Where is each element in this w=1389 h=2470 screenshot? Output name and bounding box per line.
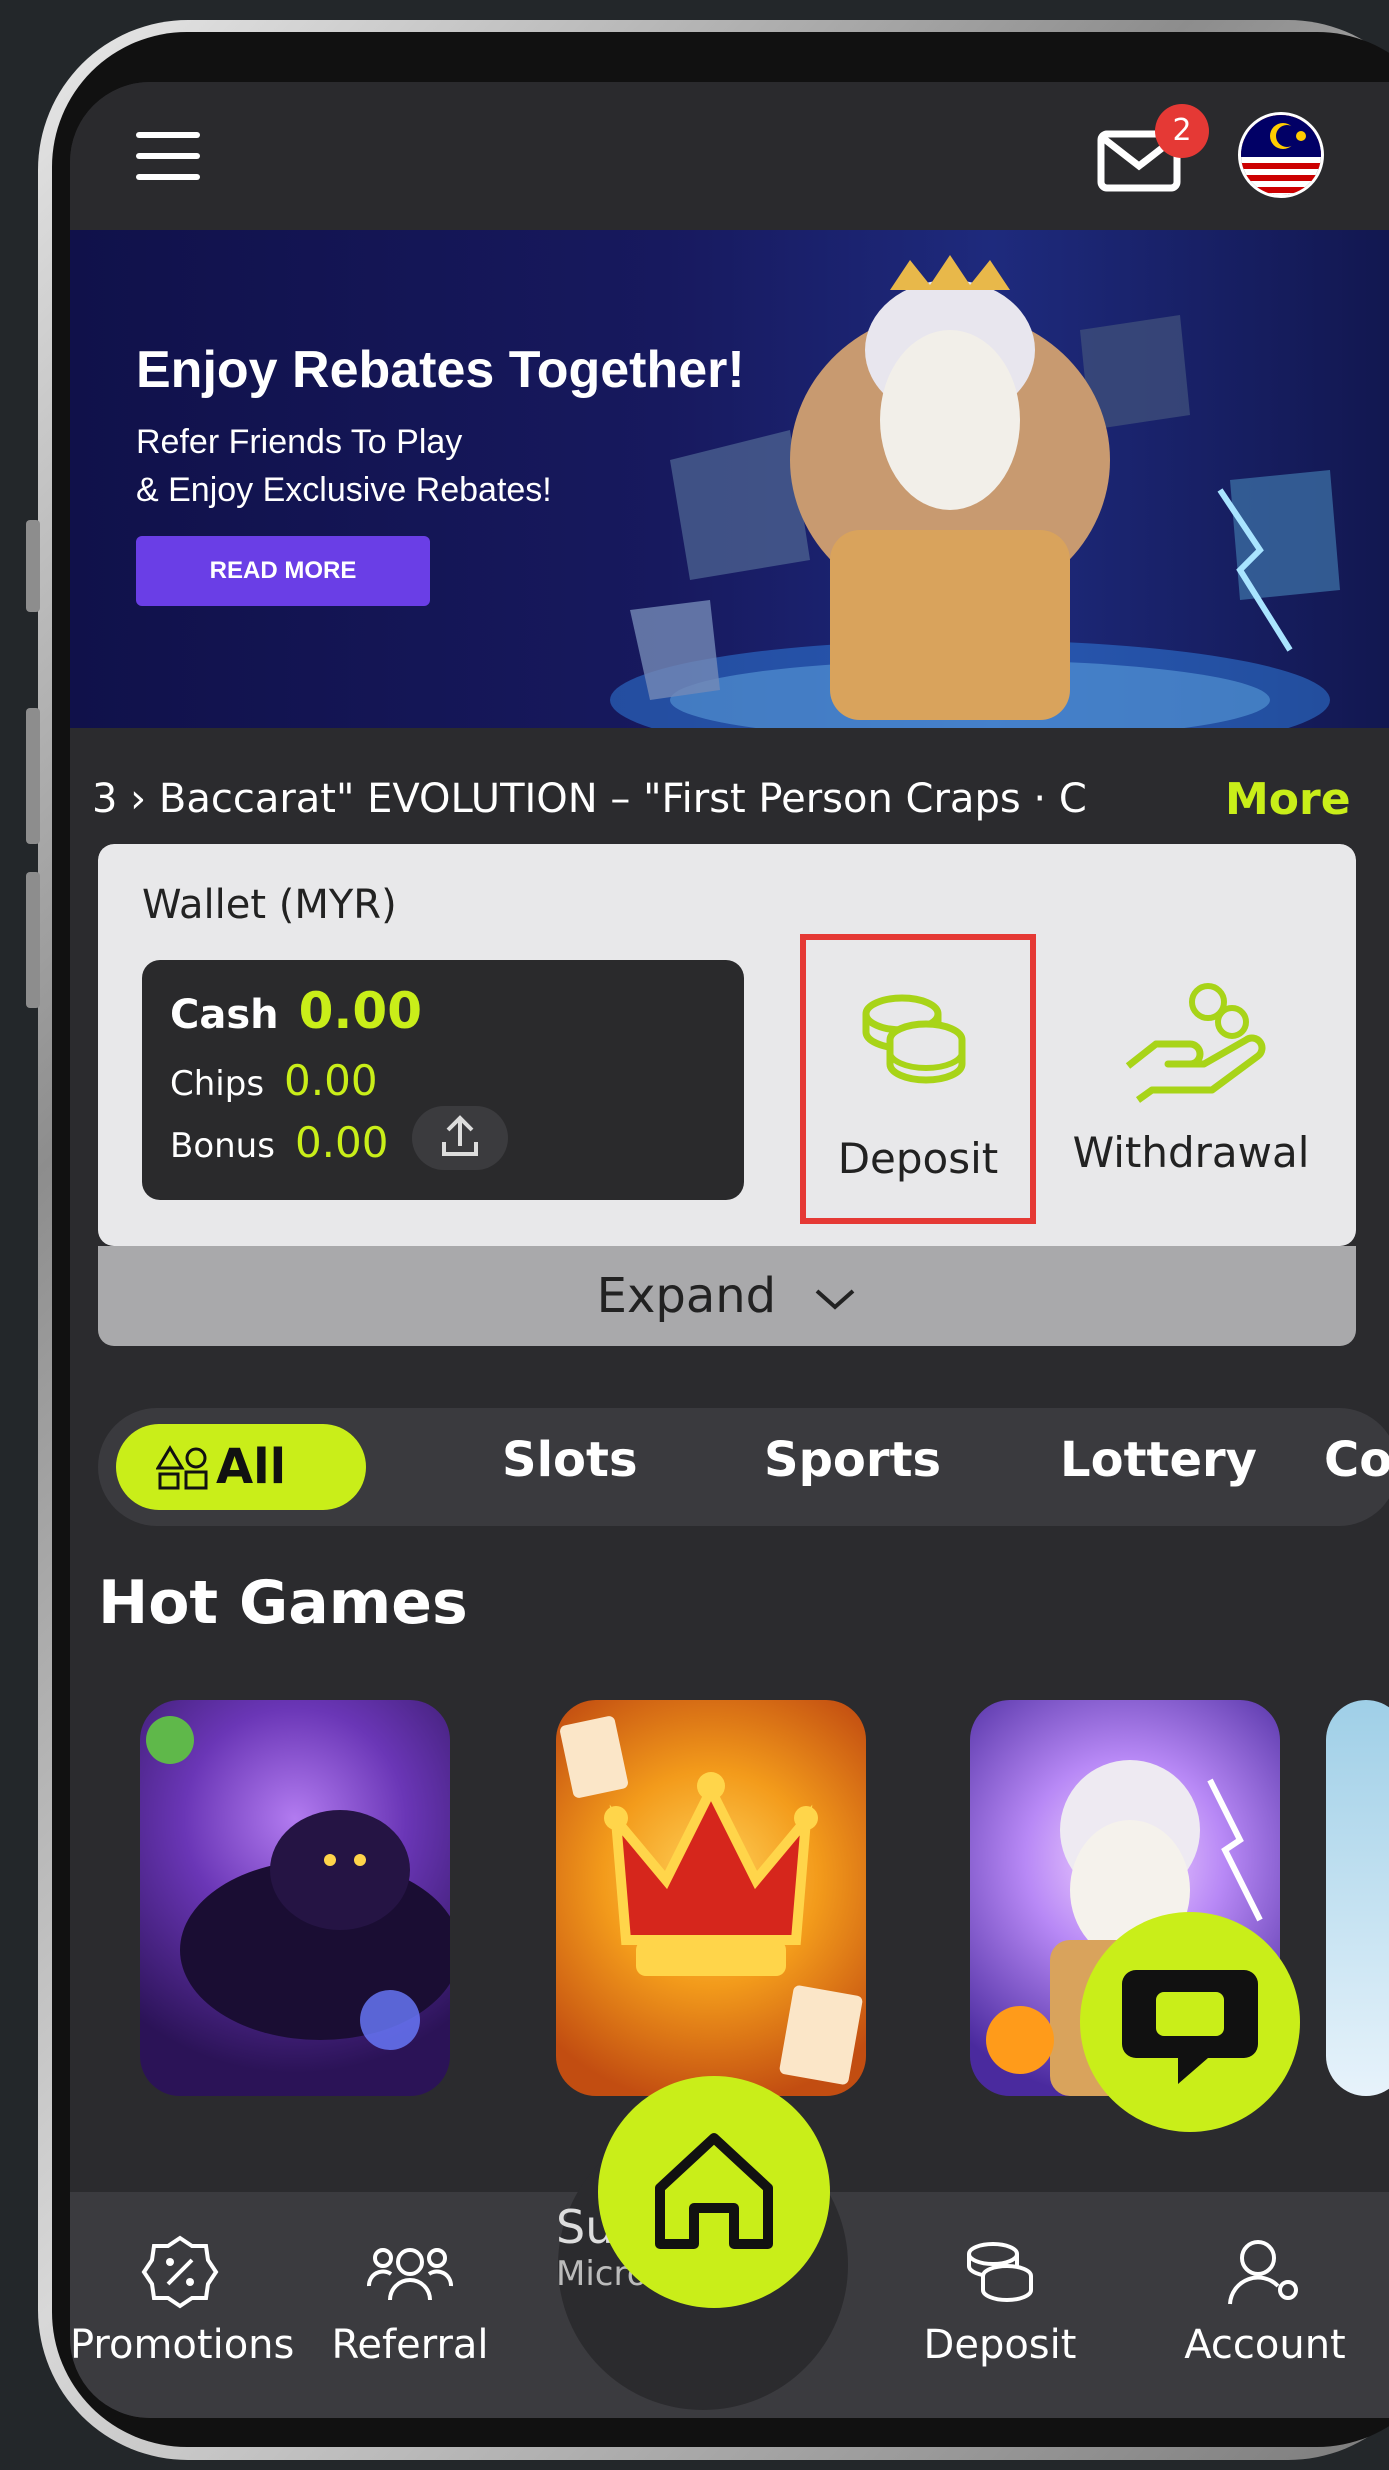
home-button[interactable] [598, 2076, 830, 2308]
withdrawal-label: Withdrawal [1072, 1128, 1310, 1177]
crown-artwork [560, 1716, 863, 2085]
nav-deposit[interactable]: Deposit [890, 2232, 1110, 2368]
chips-label: Chips [170, 1064, 265, 1104]
chat-bubble-icon [1122, 1970, 1258, 2084]
read-more-button[interactable]: READ MORE [136, 536, 430, 606]
app-screen: 2 Enjoy Rebates Together! Refer Friends … [70, 82, 1389, 2418]
wallet-title: Wallet (MYR) [142, 882, 397, 928]
cash-value: 0.00 [298, 982, 423, 1040]
promo-banner[interactable]: Enjoy Rebates Together! Refer Friends To… [70, 230, 1389, 728]
nav-account[interactable]: Account [1150, 2232, 1380, 2368]
home-icon [655, 2133, 773, 2249]
nav-promotions[interactable]: Promotions [70, 2232, 295, 2368]
category-tabs: All Slots Sports Lottery Co [98, 1408, 1389, 1526]
shapes-icon [156, 1445, 208, 1490]
notification-badge: 2 [1155, 104, 1209, 158]
nav-promotions-label: Promotions [70, 2322, 295, 2368]
tab-slots[interactable]: Slots [502, 1432, 638, 1488]
live-chat-button[interactable] [1080, 1912, 1300, 2132]
expand-label: Expand [98, 1268, 1356, 1324]
chips-value: 0.00 [284, 1056, 378, 1105]
phone-side-button [26, 708, 40, 844]
cash-label: Cash [170, 992, 279, 1038]
expand-toggle[interactable]: Expand [98, 1246, 1356, 1346]
nav-referral-label: Referral [331, 2322, 489, 2368]
bonus-value: 0.00 [294, 1118, 389, 1167]
banner-subtitle-line: & Enjoy Exclusive Rebates! [136, 471, 552, 509]
banner-title: Enjoy Rebates Together! [136, 341, 745, 399]
upload-icon [442, 1115, 478, 1156]
account-icon [1228, 2240, 1298, 2305]
balance-box: Cash 0.00 Chips 0.00 Bonus 0.00 [142, 960, 744, 1200]
transfer-button[interactable] [412, 1106, 508, 1170]
promotions-icon [141, 2235, 219, 2309]
hamburger-icon[interactable] [136, 132, 200, 180]
nav-account-label: Account [1184, 2322, 1346, 2368]
expand-text: Expand [596, 1268, 777, 1324]
referral-icon [367, 2248, 453, 2301]
game-tile-partial[interactable] [1326, 1700, 1389, 2096]
deposit-label: Deposit [837, 1134, 999, 1183]
deposit-coins-icon [967, 2242, 1033, 2302]
phone-side-button [26, 872, 40, 1008]
deposit-button[interactable]: Deposit [800, 934, 1036, 1224]
nav-referral[interactable]: Referral [300, 2232, 520, 2368]
app-header: 2 [70, 82, 1389, 230]
tab-casino[interactable]: Co [1324, 1432, 1389, 1488]
panther-artwork [146, 1716, 450, 2050]
ticker-more-link[interactable]: More [1225, 774, 1351, 825]
tab-all-label: All [216, 1439, 287, 1495]
coins-icon [862, 994, 966, 1084]
wallet-card: Wallet (MYR) Cash 0.00 Chips 0.00 Bonus … [98, 844, 1356, 1346]
news-ticker: 3 › Baccarat" EVOLUTION – "First Person … [70, 760, 1389, 840]
malaysia-flag-icon[interactable] [1238, 112, 1324, 198]
hot-games-title: Hot Games [98, 1568, 468, 1638]
wallet-body: Wallet (MYR) Cash 0.00 Chips 0.00 Bonus … [98, 844, 1356, 1246]
banner-subtitle-line: Refer Friends To Play [136, 423, 463, 461]
tab-sports[interactable]: Sports [764, 1432, 941, 1488]
phone-side-button [26, 520, 40, 612]
cash-row: Cash 0.00 [170, 982, 422, 1040]
ticker-text: 3 › Baccarat" EVOLUTION – "First Person … [92, 776, 1087, 822]
withdrawal-button[interactable]: Withdrawal [1046, 934, 1336, 1224]
nav-deposit-label: Deposit [923, 2322, 1077, 2368]
chips-row: Chips 0.00 [170, 1056, 378, 1105]
tab-all[interactable]: All [116, 1424, 366, 1510]
chevron-down-icon [816, 1289, 855, 1310]
bonus-row: Bonus 0.00 [170, 1118, 388, 1167]
game-tile-joker-crown[interactable] [556, 1700, 866, 2096]
banner-subtitle: Refer Friends To Play & Enjoy Exclusive … [136, 418, 736, 514]
bonus-label: Bonus [170, 1126, 275, 1166]
withdraw-hand-icon [1125, 983, 1266, 1103]
tab-lottery[interactable]: Lottery [1060, 1432, 1257, 1488]
game-tile-panther[interactable] [140, 1700, 450, 2096]
